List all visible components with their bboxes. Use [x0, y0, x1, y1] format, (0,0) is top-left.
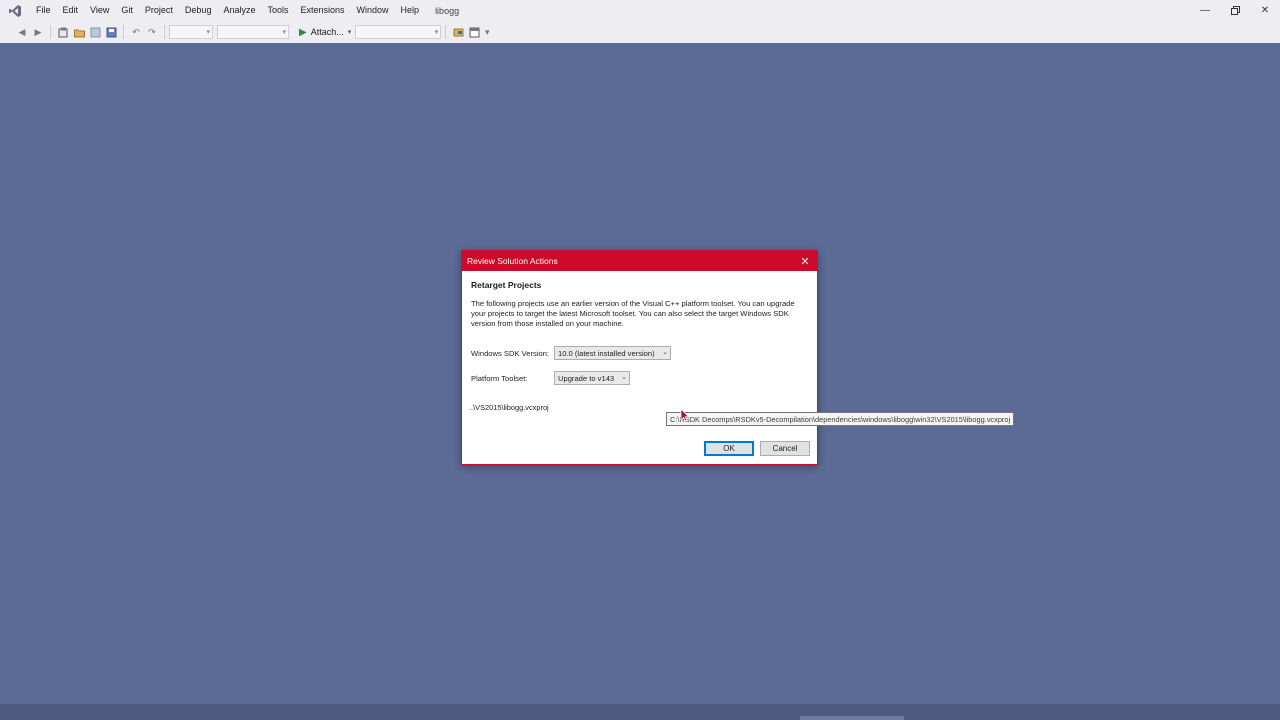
status-bar-indicator: [800, 716, 904, 720]
attach-button[interactable]: ▶ Attach... ▾: [299, 27, 351, 38]
toolbar-separator: [50, 25, 51, 39]
solution-name: libogg: [435, 5, 460, 16]
menu-analyze[interactable]: Analyze: [217, 0, 261, 21]
menu-project[interactable]: Project: [139, 0, 179, 21]
status-bar: [0, 704, 1280, 720]
toolbar-separator: [445, 25, 447, 39]
standard-toolbar: ◀ ▶ ↶ ↷ ▾ ▾ ▶ Attach... ▾ ▾ ▾: [0, 21, 1280, 43]
dialog-title: Review Solution Actions: [467, 256, 558, 266]
attach-label: Attach...: [310, 27, 344, 37]
restore-icon[interactable]: [1220, 0, 1250, 21]
chevron-down-icon: ⌄: [662, 349, 668, 356]
cancel-button[interactable]: Cancel: [760, 441, 810, 456]
open-folder-icon[interactable]: [73, 26, 85, 38]
visual-studio-logo-icon: [8, 4, 22, 18]
project-path-tooltip: C:\RSDK Decomps\RSDKv5-Decompilation\dep…: [666, 412, 1015, 426]
dialog-title-bar: Review Solution Actions ✕: [462, 251, 817, 271]
chevron-down-icon: ▾: [347, 29, 352, 36]
title-menu-bar: File Edit View Git Project Debug Analyze Tools E…: [0, 0, 1280, 21]
sdk-version-dropdown[interactable]: 10.0 (latest installed version) ⌄: [554, 346, 671, 360]
play-icon: ▶: [299, 26, 307, 38]
forward-icon[interactable]: ▶: [32, 26, 44, 38]
platform-toolset-label: Platform Toolset:: [471, 374, 528, 383]
save-icon[interactable]: [89, 26, 101, 38]
menu-git[interactable]: Git: [115, 0, 139, 21]
close-icon[interactable]: ✕: [797, 253, 813, 269]
layout-icon[interactable]: [468, 26, 480, 38]
debug-target-combo[interactable]: ▾: [355, 25, 442, 39]
review-solution-actions-dialog: Review Solution Actions ✕ Retarget Proje…: [461, 250, 818, 465]
mouse-cursor-icon: [680, 408, 690, 422]
new-project-icon[interactable]: [57, 26, 69, 38]
dialog-heading: Retarget Projects: [471, 280, 542, 290]
toolbar-separator: [164, 25, 165, 39]
menu-tools[interactable]: Tools: [261, 0, 294, 21]
undo-icon[interactable]: ↶: [130, 26, 142, 38]
platform-toolset-value: Upgrade to v143: [558, 373, 615, 383]
solution-platform-combo[interactable]: ▾: [217, 25, 289, 39]
browse-icon[interactable]: [452, 26, 464, 38]
back-icon[interactable]: ◀: [16, 26, 28, 38]
save-all-icon[interactable]: [105, 26, 117, 38]
toolbar-options-icon[interactable]: ▾: [484, 26, 490, 38]
menu-file[interactable]: File: [30, 0, 57, 21]
minimize-icon[interactable]: —: [1190, 0, 1220, 21]
dialog-description: The following projects use an earlier ve…: [471, 299, 795, 328]
menu-edit[interactable]: Edit: [57, 0, 85, 21]
project-path[interactable]: ..\VS2015\libogg.vcxproj: [469, 403, 549, 412]
close-window-icon[interactable]: ✕: [1250, 0, 1280, 21]
menu-help[interactable]: Help: [395, 0, 426, 21]
menu-view[interactable]: View: [84, 0, 115, 21]
toolbar-separator: [123, 25, 124, 39]
sdk-version-value: 10.0 (latest installed version): [558, 348, 655, 358]
chevron-down-icon: ⌄: [621, 374, 627, 381]
solution-configuration-combo[interactable]: ▾: [169, 25, 213, 39]
menu-debug[interactable]: Debug: [179, 0, 218, 21]
ok-button[interactable]: OK: [704, 441, 754, 456]
sdk-version-label: Windows SDK Version:: [471, 349, 550, 358]
menu-extensions[interactable]: Extensions: [295, 0, 351, 21]
menu-window[interactable]: Window: [351, 0, 395, 21]
platform-toolset-dropdown[interactable]: Upgrade to v143 ⌄: [554, 371, 630, 385]
redo-icon[interactable]: ↷: [146, 26, 158, 38]
